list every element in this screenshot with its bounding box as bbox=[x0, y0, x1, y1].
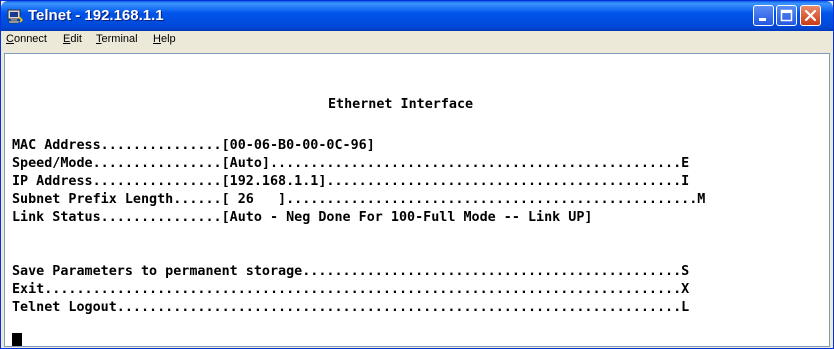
maximize-button[interactable] bbox=[776, 5, 797, 26]
terminal-heading: Ethernet Interface bbox=[328, 97, 474, 112]
terminal-screen[interactable]: Ethernet Interface MAC Address..........… bbox=[4, 53, 830, 347]
telnet-app-icon bbox=[7, 9, 23, 24]
action-exit: Exit....................................… bbox=[12, 282, 690, 297]
close-icon bbox=[804, 9, 817, 22]
field-ip-address: IP Address................[192.168.1.1].… bbox=[12, 174, 690, 189]
title-bar[interactable]: Telnet - 192.168.1.1 bbox=[1, 1, 833, 31]
menu-help-label: elp bbox=[160, 33, 176, 45]
field-subnet-prefix: Subnet Prefix Length......[ 26 ]........… bbox=[12, 192, 706, 207]
menu-help[interactable]: Help bbox=[153, 33, 176, 45]
menu-terminal-label: erminal bbox=[101, 33, 138, 45]
action-telnet-logout: Telnet Logout...........................… bbox=[12, 300, 690, 315]
field-link-status: Link Status...............[Auto - Neg Do… bbox=[12, 210, 593, 225]
telnet-window: Telnet - 192.168.1.1 Connect Edit Termin… bbox=[0, 0, 834, 349]
menu-help-accel: H bbox=[153, 33, 161, 45]
close-button[interactable] bbox=[800, 5, 821, 26]
menu-terminal[interactable]: Terminal bbox=[96, 33, 138, 45]
field-speed-mode: Speed/Mode................[Auto]........… bbox=[12, 156, 690, 171]
menu-connect[interactable]: Connect bbox=[6, 33, 47, 45]
menu-bar: Connect Edit Terminal Help bbox=[1, 31, 833, 50]
minimize-icon bbox=[759, 18, 766, 21]
menu-connect-label: onnect bbox=[13, 33, 47, 45]
menu-edit-label: dit bbox=[70, 33, 82, 45]
field-mac-address: MAC Address...............[00-06-B0-00-0… bbox=[12, 138, 375, 153]
window-title: Telnet - 192.168.1.1 bbox=[28, 7, 164, 24]
menu-edit[interactable]: Edit bbox=[63, 33, 82, 45]
maximize-icon bbox=[780, 9, 793, 22]
menu-connect-accel: C bbox=[6, 33, 14, 45]
terminal-cursor bbox=[12, 333, 22, 346]
minimize-button[interactable] bbox=[753, 5, 774, 26]
action-save-parameters: Save Parameters to permanent storage....… bbox=[12, 264, 690, 279]
